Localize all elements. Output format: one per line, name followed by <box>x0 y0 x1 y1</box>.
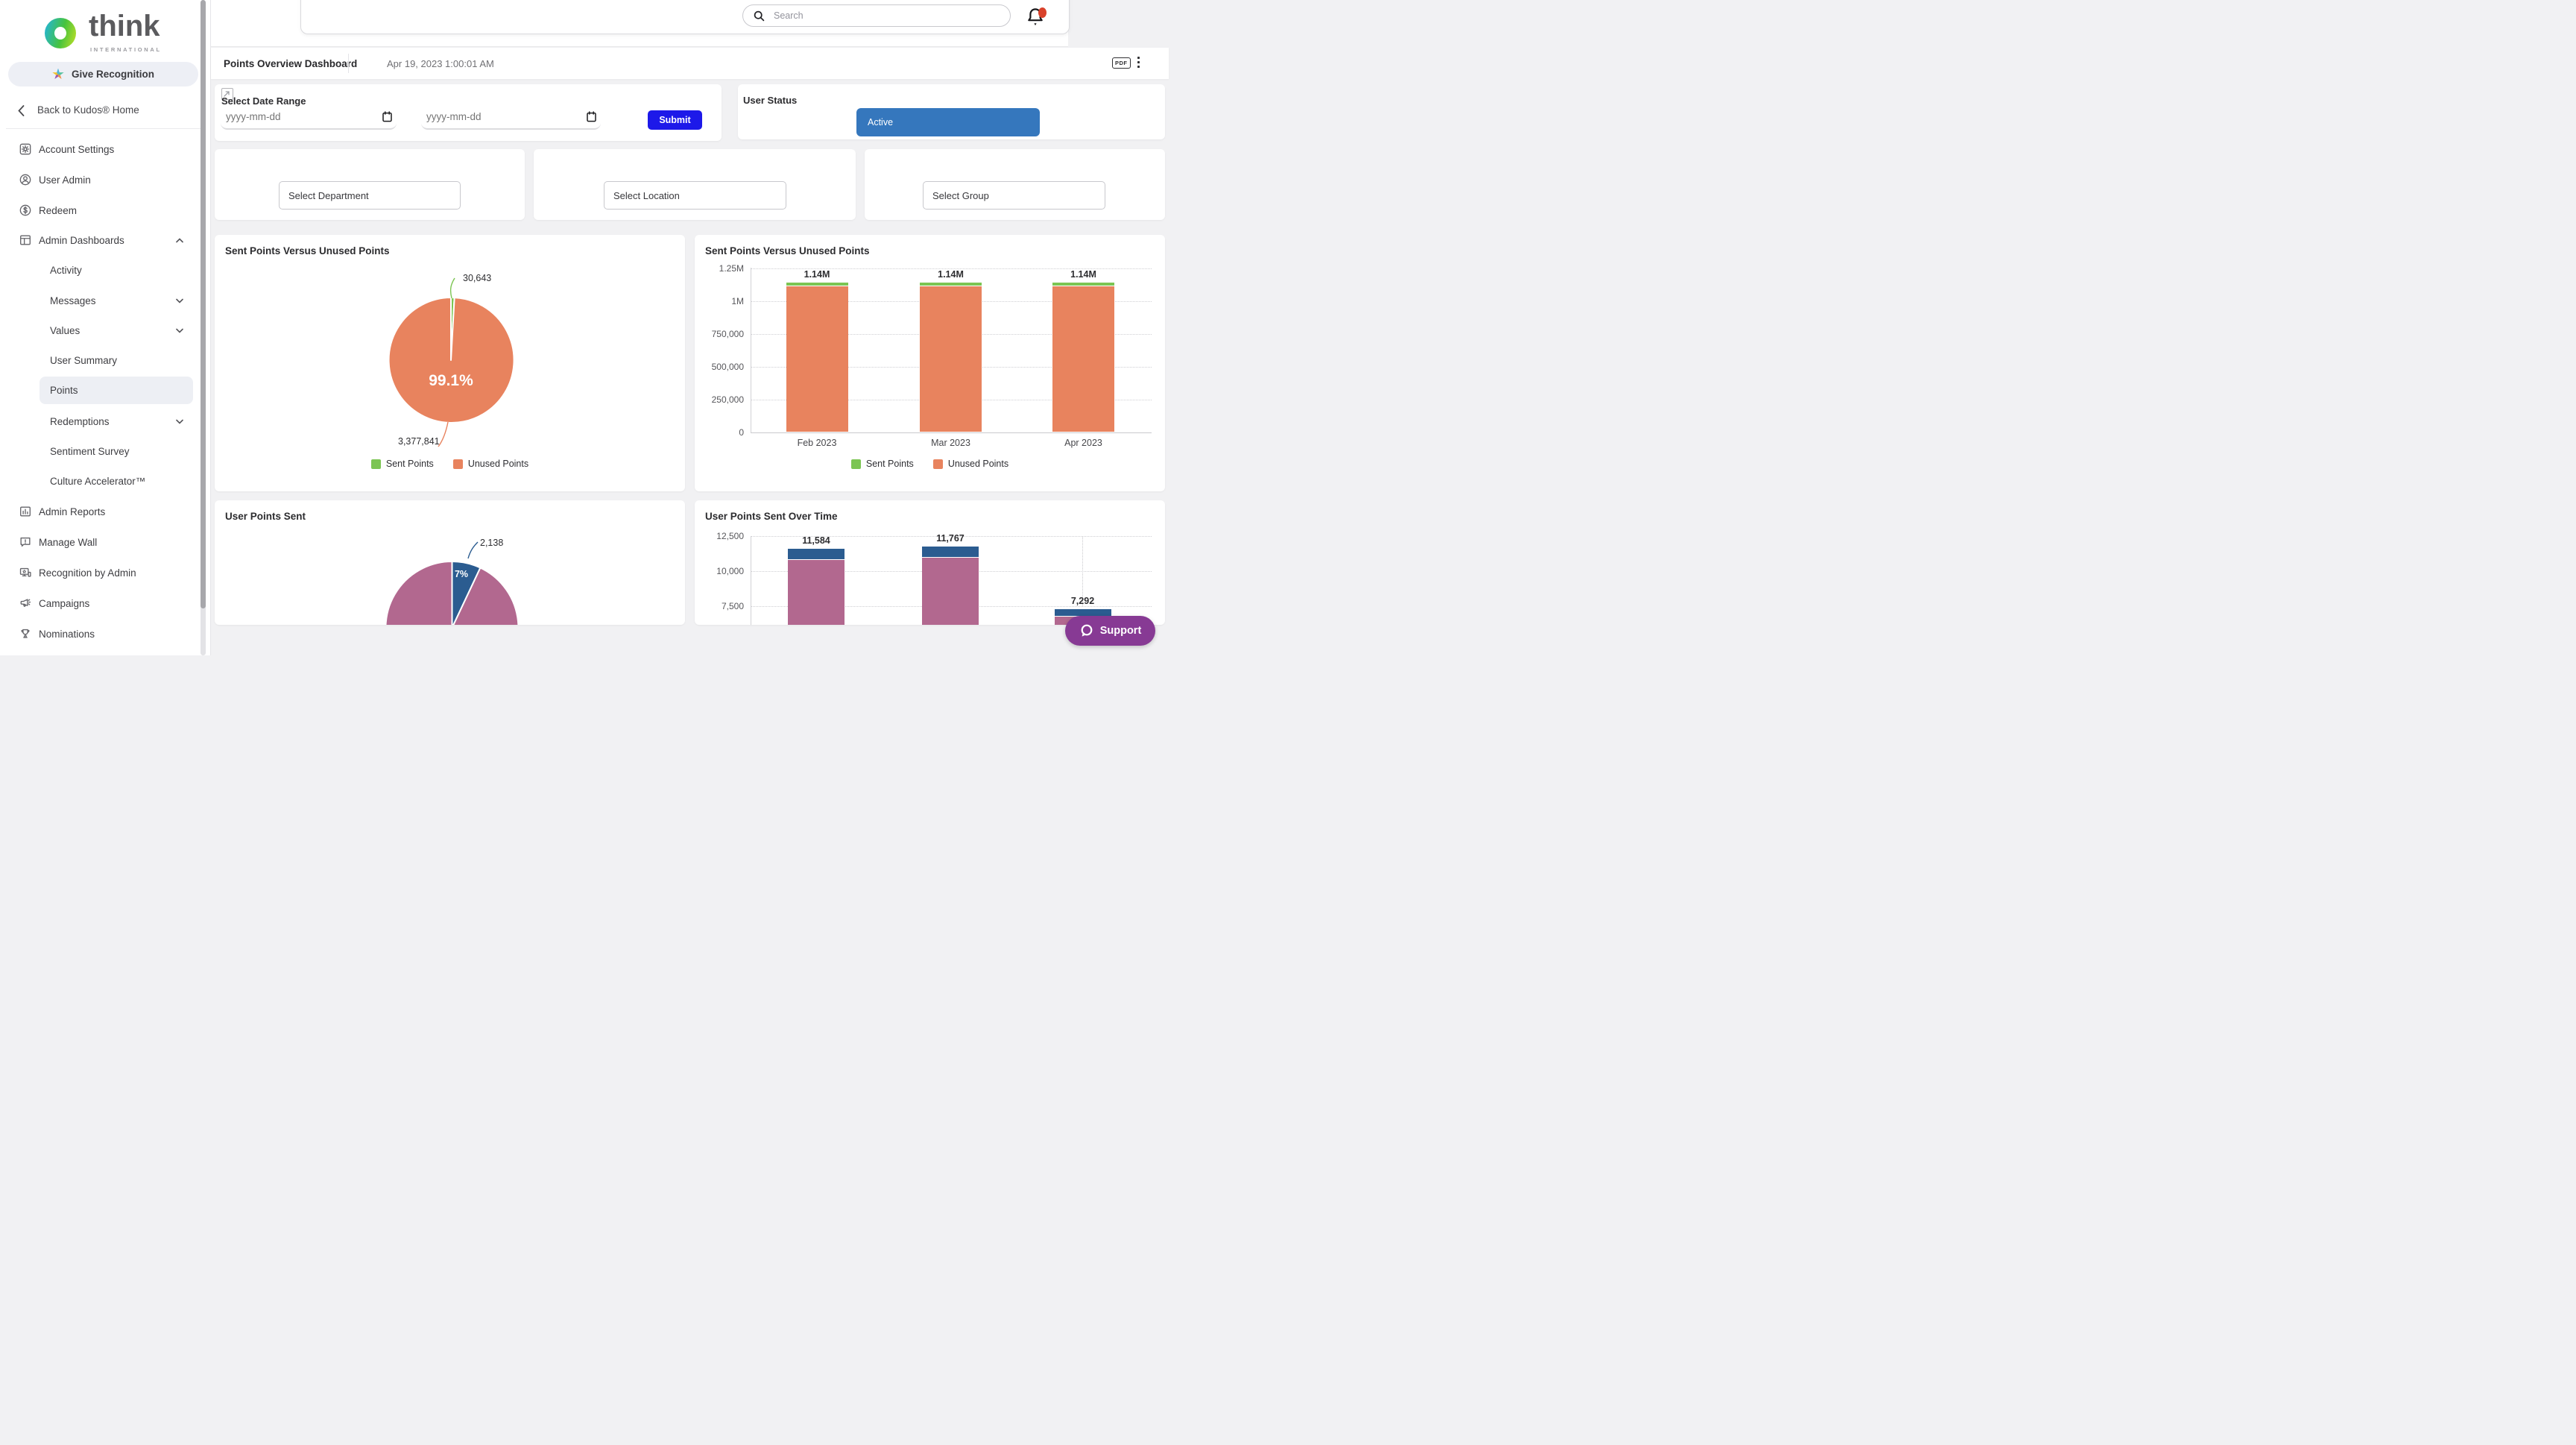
calendar-icon[interactable] <box>587 111 596 122</box>
date-range-card: Select Date Range Submit <box>215 84 722 141</box>
sidebar-item-points[interactable]: Points <box>40 377 193 404</box>
bar-chart: 1.25M1M750,000500,000250,00001.14MFeb 20… <box>695 235 1165 491</box>
page-title: Points Overview Dashboard <box>224 48 357 79</box>
sidebar-item-manage-wall[interactable]: Manage Wall <box>0 529 204 555</box>
user-points-sent-pie-card: User Points Sent 7% 2,138 <box>215 500 685 625</box>
report-timestamp: Apr 19, 2023 1:00:01 AM <box>387 48 494 79</box>
divider <box>348 54 349 73</box>
group-select[interactable]: Select Group <box>923 181 1105 210</box>
sidebar-item-messages[interactable]: Messages <box>0 287 204 314</box>
sidebar-item-admin-reports[interactable]: Admin Reports <box>0 498 204 525</box>
wall-comment-icon <box>19 535 32 549</box>
legend-item-sent-points[interactable]: Sent Points <box>371 459 434 469</box>
department-select[interactable]: Select Department <box>279 181 461 210</box>
gear-icon <box>19 142 32 156</box>
slice-percentage-label: 7% <box>450 569 473 579</box>
submit-button[interactable]: Submit <box>648 110 702 130</box>
page-header: Points Overview Dashboard Apr 19, 2023 1… <box>211 48 1169 79</box>
back-to-kudos-home-link[interactable]: Back to Kudos® Home <box>0 103 210 119</box>
sidebar-item-culture-accelerator[interactable]: Culture Accelerator™ <box>0 468 204 494</box>
sidebar-item-user-admin[interactable]: User Admin <box>0 166 204 193</box>
dollar-icon <box>19 204 32 217</box>
date-to-input[interactable] <box>421 110 587 123</box>
chevron-down-icon <box>176 298 183 303</box>
sent-callout-value: 2,138 <box>480 538 503 548</box>
recognition-monitor-icon <box>19 566 32 579</box>
sent-vs-unused-bar-card: Sent Points Versus Unused Points 1.25M1M… <box>695 235 1165 491</box>
search-input[interactable] <box>772 10 1010 22</box>
megaphone-icon <box>19 596 32 610</box>
trophy-icon <box>19 627 32 640</box>
sidebar-item-values[interactable]: Values <box>0 317 204 344</box>
dashboard-icon <box>19 233 32 247</box>
pie-chart <box>215 235 685 491</box>
sidebar-item-redeem[interactable]: Redeem <box>0 197 204 224</box>
sent-points-callout-value: 30,643 <box>463 273 491 283</box>
user-points-over-time-card: User Points Sent Over Time 12,50010,0007… <box>695 500 1165 625</box>
location-select[interactable]: Select Location <box>604 181 786 210</box>
chat-bubble-icon <box>1079 623 1094 638</box>
legend-item-sent-points[interactable]: Sent Points <box>851 459 914 469</box>
pie-chart <box>215 500 685 625</box>
sidebar-item-activity[interactable]: Activity <box>0 256 204 283</box>
sidebar-item-admin-dashboards[interactable]: Admin Dashboards <box>0 227 204 254</box>
divider <box>6 128 204 129</box>
date-to-field[interactable] <box>421 105 601 130</box>
chevron-up-icon <box>176 238 183 243</box>
search-box[interactable] <box>742 4 1011 27</box>
date-from-field[interactable] <box>221 105 397 130</box>
star-icon <box>52 69 64 81</box>
unused-points-callout-value: 3,377,841 <box>398 436 440 447</box>
notification-unread-dot <box>1038 7 1046 18</box>
user-icon <box>19 173 32 186</box>
sidebar-scrollbar-thumb[interactable] <box>201 0 206 608</box>
support-button[interactable]: Support <box>1065 616 1155 646</box>
think-logo-icon <box>45 18 76 48</box>
brand-tagline: INTERNATIONAL <box>90 46 162 53</box>
export-pdf-button[interactable]: PDF <box>1112 57 1131 69</box>
sent-vs-unused-pie-card: Sent Points Versus Unused Points 30,643 … <box>215 235 685 491</box>
sidebar-item-nominations[interactable]: Nominations <box>0 620 204 647</box>
chevron-down-icon <box>176 419 183 424</box>
user-status-card: User Status Active <box>738 84 1165 139</box>
legend-item-unused-points[interactable]: Unused Points <box>453 459 528 469</box>
chevron-left-icon <box>18 105 25 116</box>
user-status-active-button[interactable]: Active <box>856 108 1040 136</box>
user-status-label: User Status <box>743 95 797 106</box>
sidebar-item-recognition-by-admin[interactable]: Recognition by Admin <box>0 559 204 586</box>
brand-name: think <box>89 10 160 43</box>
chevron-down-icon <box>176 328 183 333</box>
more-options-kebab-icon[interactable] <box>1137 57 1140 68</box>
pie-center-percentage: 99.1% <box>406 372 496 390</box>
bar-chart-icon <box>19 505 32 518</box>
search-icon <box>754 10 765 22</box>
give-recognition-button[interactable]: Give Recognition <box>8 62 198 86</box>
sidebar-item-sentiment-survey[interactable]: Sentiment Survey <box>0 438 204 465</box>
legend-item-unused-points[interactable]: Unused Points <box>933 459 1008 469</box>
give-recognition-label: Give Recognition <box>72 69 154 80</box>
sidebar: think INTERNATIONAL Give Recognition Bac… <box>0 0 211 655</box>
sidebar-item-account-settings[interactable]: Account Settings <box>0 136 204 163</box>
chart-legend: Sent Points Unused Points <box>695 459 1165 469</box>
chart-legend: Sent Points Unused Points <box>215 459 685 469</box>
sidebar-item-user-summary[interactable]: User Summary <box>0 347 204 374</box>
calendar-icon[interactable] <box>382 111 392 122</box>
sidebar-item-redemptions[interactable]: Redemptions <box>0 408 204 435</box>
bar-chart: 12,50010,0007,50011,58411,7677,292 <box>695 500 1165 625</box>
sidebar-item-campaigns[interactable]: Campaigns <box>0 590 204 617</box>
date-from-input[interactable] <box>221 110 382 123</box>
